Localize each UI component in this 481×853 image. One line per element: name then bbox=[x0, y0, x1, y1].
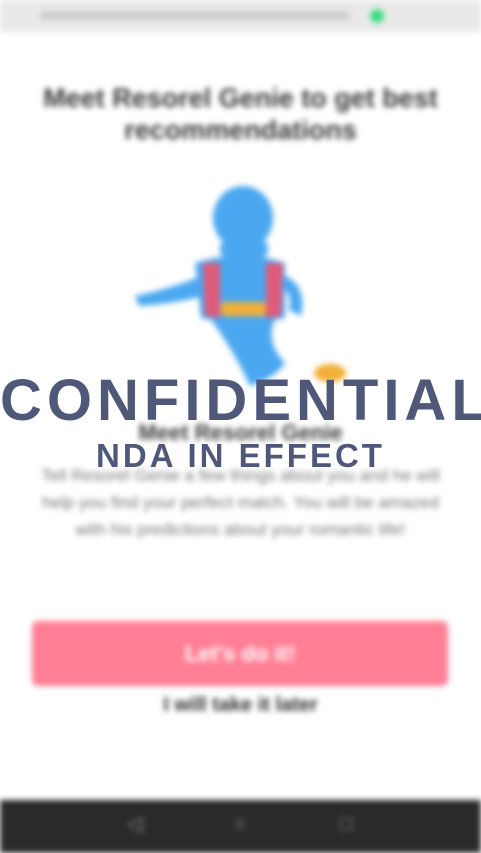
page-title: Meet Resorel Genie to get best recommend… bbox=[43, 83, 438, 145]
navigation-bar: ◁ ○ □ bbox=[0, 800, 481, 853]
status-indicator-icon bbox=[370, 9, 384, 23]
watermark-line-2: NDA IN EFFECT bbox=[96, 437, 385, 474]
recents-icon[interactable]: □ bbox=[335, 813, 357, 835]
genie-illustration-icon bbox=[135, 186, 346, 386]
back-icon[interactable]: ◁ bbox=[124, 813, 146, 835]
confidential-watermark: CONFIDENTIAL NDA IN EFFECT bbox=[0, 366, 481, 476]
home-icon[interactable]: ○ bbox=[229, 813, 251, 835]
take-it-later-link[interactable]: I will take it later bbox=[100, 694, 381, 717]
status-bar-text bbox=[40, 11, 350, 20]
status-bar bbox=[0, 0, 481, 32]
watermark-line-1: CONFIDENTIAL bbox=[0, 368, 481, 433]
lets-do-it-button[interactable]: Let's do it! bbox=[32, 621, 448, 686]
